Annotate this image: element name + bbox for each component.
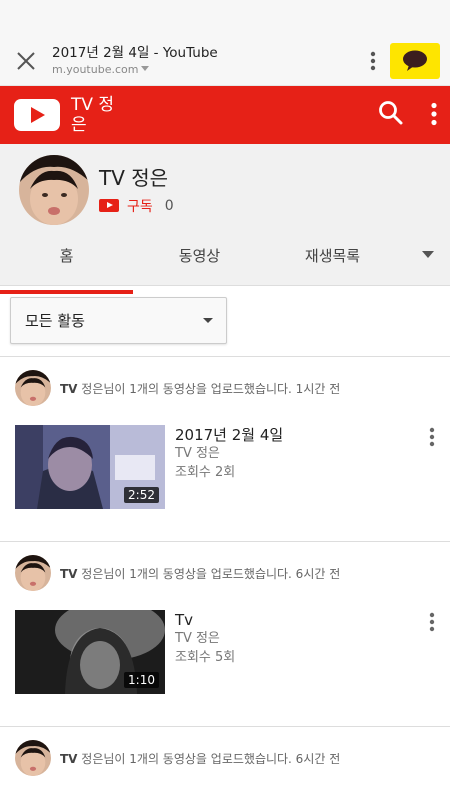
tab-videos[interactable]: 동영상 [133, 236, 266, 285]
more-vert-icon[interactable] [430, 102, 438, 130]
url-host: m.youtube.com [52, 62, 356, 77]
more-vert-icon[interactable] [429, 427, 435, 451]
tab-playlists[interactable]: 재생목록 [266, 236, 399, 285]
tab-more-caret-icon[interactable] [422, 251, 434, 258]
video-channel: TV 정은 [175, 631, 220, 646]
more-vert-icon[interactable] [356, 36, 390, 86]
page-title: 2017년 2월 4일 - YouTube [52, 44, 218, 61]
activity-description: 정은님이 1개의 동영상을 업로드했습니다. 1시간 전 [77, 381, 341, 396]
subscriber-count: 0 [164, 197, 174, 214]
tab-home[interactable]: 홈 [0, 236, 133, 294]
feed-item: TV 정은님이 1개의 동영상을 업로드했습니다. 6시간 전 [0, 726, 450, 788]
search-icon[interactable] [378, 100, 404, 130]
status-bar [0, 0, 450, 36]
channel-tabs: 홈 동영상 재생목록 [0, 236, 450, 294]
video-row[interactable]: 1:10 Tv TV 정은 조회수 5회 [0, 610, 450, 694]
video-duration: 2:52 [124, 487, 159, 503]
chevron-down-icon [141, 66, 150, 71]
activity-text: TV 정은님이 1개의 동영상을 업로드했습니다. 6시간 전 [60, 565, 340, 582]
activity-text: TV 정은님이 1개의 동영상을 업로드했습니다. 6시간 전 [60, 750, 340, 767]
kakaotalk-icon [403, 50, 427, 71]
url-host-text: m.youtube.com [52, 62, 139, 76]
video-views: 조회수 2회 [175, 465, 236, 480]
video-thumbnail[interactable]: 1:10 [15, 610, 165, 694]
url-block[interactable]: 2017년 2월 4일 - YouTube m.youtube.com [52, 45, 356, 77]
activity-filter-select[interactable]: 모든 활동 [10, 297, 227, 344]
avatar[interactable] [15, 370, 51, 406]
more-vert-icon[interactable] [429, 612, 435, 636]
activity-text: TV 정은님이 1개의 동영상을 업로드했습니다. 1시간 전 [60, 380, 340, 397]
activity-channel-name[interactable]: TV [60, 567, 77, 581]
channel-header: TV 정은 구독 0 [0, 144, 450, 236]
filter-selected: 모든 활동 [25, 312, 85, 330]
close-icon[interactable] [0, 36, 52, 86]
avatar[interactable] [15, 555, 51, 591]
subscribe-button[interactable]: 구독 0 [99, 196, 174, 216]
activity-channel-name[interactable]: TV [60, 382, 77, 396]
video-row[interactable]: 2:52 2017년 2월 4일 TV 정은 조회수 2회 [0, 425, 450, 509]
activity-row: TV 정은님이 1개의 동영상을 업로드했습니다. 1시간 전 [0, 369, 450, 407]
activity-channel-name[interactable]: TV [60, 752, 77, 766]
activity-filter-area: 모든 활동 [0, 286, 450, 356]
activity-description: 정은님이 1개의 동영상을 업로드했습니다. 6시간 전 [77, 566, 341, 581]
activity-description: 정은님이 1개의 동영상을 업로드했습니다. 6시간 전 [77, 751, 341, 766]
video-thumbnail[interactable]: 2:52 [15, 425, 165, 509]
youtube-play-icon [99, 199, 119, 212]
header-title: TV 정은 [71, 95, 115, 135]
channel-avatar[interactable] [19, 155, 89, 225]
activity-row: TV 정은님이 1개의 동영상을 업로드했습니다. 6시간 전 [0, 554, 450, 592]
youtube-logo-icon[interactable] [14, 99, 60, 131]
avatar[interactable] [15, 740, 51, 776]
video-views: 조회수 5회 [175, 650, 236, 665]
kakaotalk-share-button[interactable] [390, 42, 440, 79]
youtube-header: TV 정은 [0, 86, 450, 144]
video-channel: TV 정은 [175, 446, 220, 461]
video-duration: 1:10 [124, 672, 159, 688]
video-title[interactable]: Tv [175, 611, 235, 629]
browser-toolbar: 2017년 2월 4일 - YouTube m.youtube.com [0, 36, 450, 86]
subscribe-label: 구독 [127, 198, 153, 215]
activity-row: TV 정은님이 1개의 동영상을 업로드했습니다. 6시간 전 [0, 739, 450, 777]
channel-name: TV 정은 [99, 165, 169, 190]
video-title[interactable]: 2017년 2월 4일 [175, 426, 283, 444]
chevron-down-icon [203, 318, 213, 323]
feed-item: TV 정은님이 1개의 동영상을 업로드했습니다. 1시간 전 2:52 201… [0, 356, 450, 541]
feed-item: TV 정은님이 1개의 동영상을 업로드했습니다. 6시간 전 1:10 Tv … [0, 541, 450, 726]
